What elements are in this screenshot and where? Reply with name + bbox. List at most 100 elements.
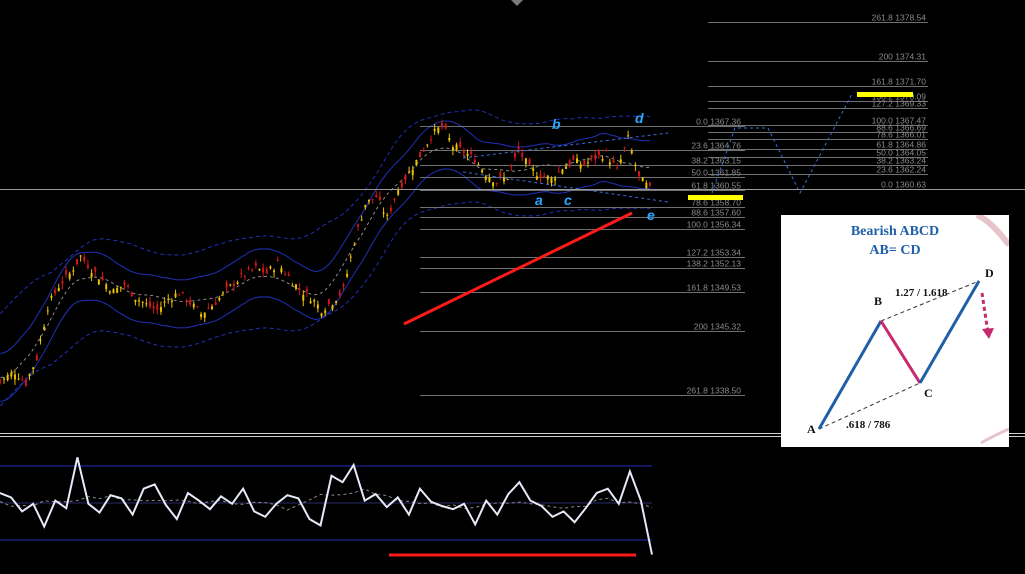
candle-body [72, 270, 75, 272]
candle-body [597, 149, 600, 155]
candle-body [524, 158, 527, 164]
band-inner-upper [0, 120, 651, 355]
candle-body [623, 147, 626, 149]
candle-body [178, 294, 181, 296]
candle-body [6, 375, 9, 381]
candle-body [605, 149, 608, 151]
candle-body [207, 308, 210, 310]
fib-lower-label: 161.8 1349.53 [687, 283, 742, 293]
triangle-upper [462, 132, 669, 159]
inset-corner-decor [975, 215, 1009, 247]
candle-body [470, 151, 473, 155]
candle-body [411, 169, 414, 176]
candle-body [641, 177, 644, 182]
candle-body [138, 300, 141, 302]
moving-average [0, 147, 651, 379]
candle-body [229, 284, 232, 286]
candle-body [313, 300, 316, 302]
candle-body [477, 164, 480, 166]
candle-body [112, 289, 115, 294]
label-b: B [874, 294, 882, 308]
fib-upper-label: 127.2 1369.33 [872, 99, 927, 109]
candle-body [309, 301, 312, 304]
candle-body [565, 166, 568, 169]
candle-body [101, 276, 104, 281]
candle-body [247, 267, 250, 269]
candle-body [353, 244, 356, 246]
candle-body [594, 154, 597, 160]
candle-body [35, 355, 38, 360]
fib-lower-label: 38.2 1363.15 [691, 156, 741, 166]
candle-body [568, 160, 571, 166]
candle-body [400, 182, 403, 188]
candle-body [181, 291, 184, 293]
candle-body [65, 270, 68, 275]
candle-body [532, 168, 535, 171]
fib-upper-label: 261.8 1378.54 [872, 13, 927, 23]
candle-body [484, 176, 487, 180]
abcd-pattern-inset: Bearish ABCD AB= CD A B C D 1.27 / 1.618… [781, 215, 1009, 447]
candle-body [3, 378, 5, 380]
candle-body [649, 182, 651, 186]
candle-body [375, 194, 378, 198]
candle-body [521, 152, 524, 158]
candle-body [455, 144, 458, 150]
candle-body [338, 291, 341, 296]
candle-body [273, 270, 276, 273]
candle-body [86, 264, 89, 269]
candle-body [634, 164, 637, 167]
candle-body [393, 198, 396, 201]
candle-body [550, 177, 553, 184]
candle-body [167, 299, 170, 301]
wave-label: b [552, 116, 561, 132]
candle-body [258, 268, 261, 271]
candle-body [389, 207, 392, 212]
candle-body [0, 379, 2, 381]
candle-body [211, 306, 214, 310]
candle-body [170, 300, 173, 303]
wave-label: c [564, 192, 572, 208]
candle-body [13, 374, 16, 380]
down-arrow-shaft [980, 292, 990, 334]
candle-body [54, 289, 57, 294]
candle-body [127, 285, 130, 287]
candles [0, 119, 651, 387]
candle-body [335, 301, 338, 303]
candle-body [148, 301, 151, 307]
candle-body [397, 190, 400, 195]
candle-body [243, 275, 246, 277]
candle-body [382, 212, 385, 214]
candle-body [415, 159, 418, 166]
candle-body [24, 380, 27, 386]
target-highlight-upper [857, 92, 913, 97]
candle-body [386, 214, 389, 216]
candle-body [174, 293, 177, 298]
candle-body [28, 374, 31, 377]
candle-body [240, 272, 243, 275]
candle-body [364, 204, 367, 208]
candle-body [225, 282, 228, 288]
candle-body [510, 165, 513, 167]
candle-body [433, 128, 436, 132]
candle-body [163, 301, 166, 303]
candle-body [221, 292, 224, 294]
candle-body [488, 177, 491, 182]
candle-body [232, 283, 235, 287]
fib-lower-label: 127.2 1353.34 [687, 248, 742, 258]
candle-body [10, 372, 13, 377]
fib-lower-label: 0.0 1367.36 [696, 117, 741, 127]
label-c: C [924, 386, 933, 400]
fib-upper-label: 161.8 1371.70 [872, 77, 927, 87]
abcd-diagram: A B C D 1.27 / 1.618 .618 / 786 [807, 215, 1009, 445]
candle-body [159, 307, 162, 312]
candle-body [459, 141, 462, 148]
candle-body [608, 162, 611, 165]
candle-body [422, 150, 425, 152]
wave-label: a [535, 192, 543, 208]
candle-body [426, 144, 429, 146]
candle-body [130, 292, 133, 297]
candle-body [419, 151, 422, 158]
candle-body [513, 153, 516, 158]
candle-body [43, 326, 46, 330]
candle-body [94, 267, 97, 272]
